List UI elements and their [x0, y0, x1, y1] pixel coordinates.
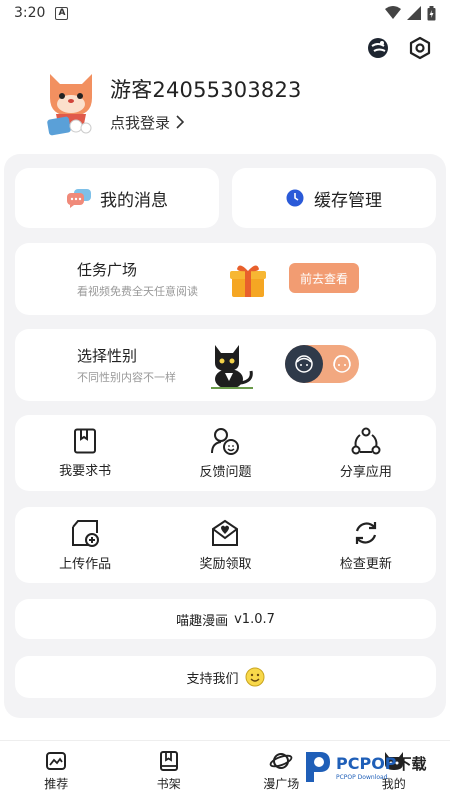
login-link[interactable]: 点我登录: [110, 112, 302, 133]
gender-title: 选择性别: [77, 347, 138, 365]
reward-icon: [212, 519, 239, 546]
upload-icon: [72, 519, 100, 547]
watermark-sub: PCPOP Download: [336, 774, 388, 781]
black-cat-illustration-icon: [211, 345, 253, 389]
cache-management-card[interactable]: 缓存管理: [232, 168, 436, 228]
messages-label: 我的消息: [100, 190, 168, 211]
share-app-label: 分享应用: [339, 464, 392, 480]
profile-header[interactable]: 游客24055303823 点我登录: [44, 68, 302, 138]
cache-label: 缓存管理: [314, 190, 382, 211]
settings-hexagon-icon: [409, 36, 431, 60]
my-messages-card[interactable]: 我的消息: [15, 168, 219, 228]
wifi-icon: [385, 6, 401, 19]
task-title: 任务广场: [77, 261, 138, 279]
chat-bubbles-icon: [67, 189, 91, 208]
avatar[interactable]: [44, 68, 98, 138]
tab-recommend[interactable]: 推荐: [0, 741, 113, 800]
reward-claim-label: 奖励领取: [199, 556, 252, 572]
pcpop-logo-icon: [306, 752, 330, 782]
profile-text: 游客24055303823 点我登录: [110, 74, 302, 133]
gender-toggle[interactable]: [285, 345, 359, 383]
check-update-label: 检查更新: [339, 556, 392, 572]
status-icons: [385, 5, 436, 21]
menu-panel: 我的消息 缓存管理 任务广场 看视频免费全天任意阅读 前去查看 选择性别 不同性…: [4, 154, 446, 718]
tab-bookshelf-label: 书架: [156, 776, 181, 791]
login-label: 点我登录: [110, 113, 171, 132]
notification-a-icon: A: [55, 6, 69, 20]
support-label: 支持我们: [186, 671, 239, 687]
username: 游客24055303823: [110, 77, 302, 102]
gender-subtitle: 不同性别内容不一样: [77, 371, 176, 384]
function-grid-row-1: 我要求书 反馈问题 分享应用: [15, 415, 436, 491]
check-update-item[interactable]: 检查更新: [296, 507, 436, 583]
bookshelf-icon: [159, 750, 178, 771]
settings-button[interactable]: [406, 34, 434, 62]
battery-icon: [427, 5, 436, 20]
book-request-icon: [74, 428, 97, 453]
gift-box-icon: [230, 265, 266, 297]
clock-icon: [286, 189, 304, 207]
toggle-knob: [285, 345, 323, 383]
tab-recommend-label: 推荐: [44, 776, 69, 791]
watermark-brand: PCPOP: [336, 754, 397, 773]
app-name: 喵趣漫画: [176, 613, 229, 629]
function-grid-row-2: 上传作品 奖励领取 检查更新: [15, 507, 436, 583]
watermark-suffix: 下载: [396, 755, 427, 773]
status-time: 3:20: [14, 5, 46, 21]
share-app-item[interactable]: 分享应用: [296, 415, 436, 491]
request-book-label: 我要求书: [59, 463, 112, 479]
tab-comic-square-label: 漫广场: [263, 776, 300, 791]
night-mode-icon: [368, 38, 388, 58]
recommend-icon: [46, 751, 67, 770]
upload-work-label: 上传作品: [59, 556, 112, 572]
status-bar: 3:20 A: [0, 0, 450, 26]
cat-avatar-icon: [47, 74, 92, 136]
reward-claim-item[interactable]: 奖励领取: [155, 507, 295, 583]
go-view-button[interactable]: 前去查看: [289, 263, 359, 293]
male-face-icon: [295, 355, 313, 373]
share-icon: [351, 427, 381, 454]
support-us-button[interactable]: 支持我们: [15, 656, 436, 698]
task-subtitle: 看视频免费全天任意阅读: [77, 285, 198, 298]
female-face-icon: [333, 355, 351, 373]
feedback-label: 反馈问题: [199, 464, 252, 480]
smiley-icon: [245, 667, 264, 687]
tab-bookshelf[interactable]: 书架: [113, 741, 226, 800]
feedback-item[interactable]: 反馈问题: [155, 415, 295, 491]
top-actions: [364, 34, 434, 62]
planet-icon: [269, 752, 293, 769]
refresh-icon: [355, 521, 376, 544]
feedback-icon: [211, 427, 240, 455]
app-version: v1.0.7: [234, 611, 275, 627]
signal-icon: [407, 6, 421, 20]
pcpop-watermark: PCPOP下载 PCPOP Download: [302, 750, 427, 784]
version-info: 喵趣漫画 v1.0.7: [15, 599, 436, 639]
request-book-item[interactable]: 我要求书: [15, 415, 155, 491]
chevron-right-icon: [176, 115, 185, 129]
task-square-card[interactable]: 任务广场 看视频免费全天任意阅读 前去查看: [15, 243, 436, 315]
upload-work-item[interactable]: 上传作品: [15, 507, 155, 583]
theme-toggle-button[interactable]: [364, 34, 392, 62]
gender-select-card[interactable]: 选择性别 不同性别内容不一样: [15, 329, 436, 401]
